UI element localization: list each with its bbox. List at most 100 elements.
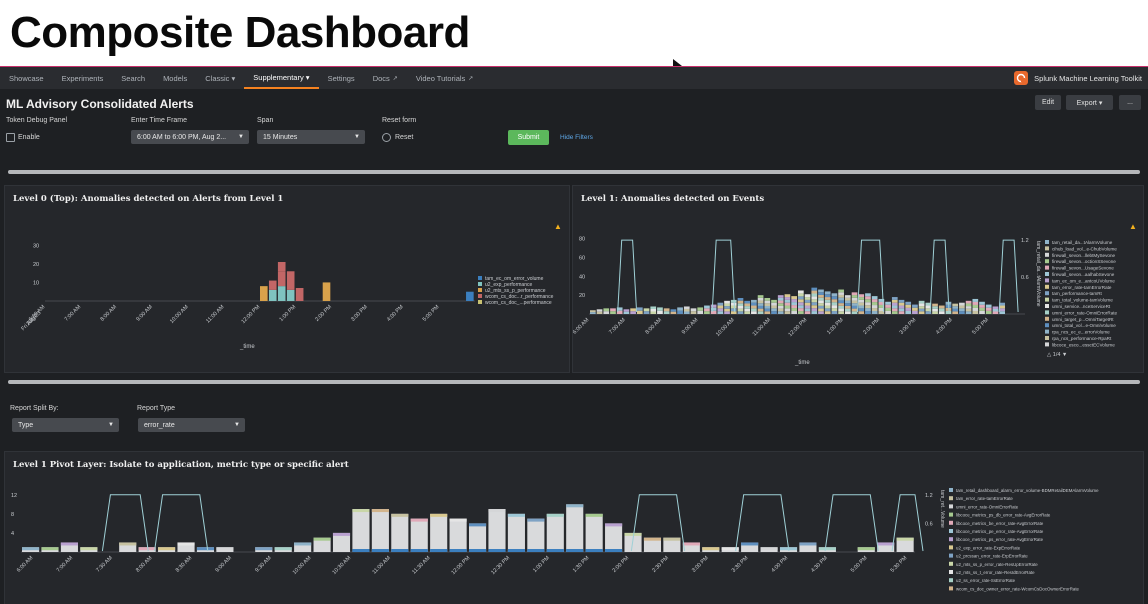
bar-segment — [818, 297, 824, 301]
legend-swatch — [1045, 329, 1049, 334]
bar-segment — [824, 291, 831, 295]
more-actions-button[interactable]: ... — [1119, 95, 1141, 110]
reset-radio[interactable] — [382, 133, 391, 142]
nav-docs[interactable]: Docs ↗ — [364, 67, 407, 89]
external-link-icon: ↗ — [468, 75, 474, 82]
bar-segment — [891, 302, 898, 306]
edit-button[interactable]: Edit — [1035, 95, 1061, 110]
bar-segment — [663, 308, 670, 312]
bar-segment — [717, 308, 724, 312]
report-split-dropdown[interactable]: Type ▼ — [12, 418, 119, 432]
bar-segment — [891, 305, 898, 309]
bar-segment — [286, 289, 295, 301]
bar-segment — [771, 302, 777, 306]
enable-checkbox[interactable] — [6, 133, 15, 142]
enable-checkbox-label: Enable — [18, 134, 40, 141]
nav-label: Video Tutorials — [415, 73, 466, 83]
bar-segment — [959, 311, 965, 314]
nav-supplementary[interactable]: Supplementary ▾ — [244, 67, 319, 89]
nav-video-tutorials[interactable]: Video Tutorials ↗ — [407, 67, 483, 89]
bar-segment — [603, 311, 610, 314]
x-tick-label: 2:00 PM — [314, 304, 333, 323]
bar-segment — [527, 518, 545, 552]
bar-segment — [22, 547, 40, 551]
nav-settings[interactable]: Settings — [319, 67, 364, 89]
bar-segment — [744, 308, 751, 312]
bar-segment — [751, 299, 757, 303]
x-tick-label: 11:30 AM — [411, 555, 432, 576]
legend-swatch — [1045, 304, 1049, 308]
bar-segment — [811, 293, 818, 297]
bar-segment — [871, 308, 878, 312]
legend-label: umni_error_rate-OmniErrorRate — [1052, 310, 1118, 315]
legend-swatch — [1045, 310, 1049, 315]
bar-segment — [488, 509, 506, 513]
bar-segment — [851, 308, 858, 312]
bar-segment — [771, 299, 777, 303]
time-frame-value: 6:00 AM to 6:00 PM, Aug 2... — [137, 133, 227, 141]
level1-chart: 20 40 60 80 0.6 1.2 6:00 AM 7:00 AM 8:00 AM 9:00 … — [573, 237, 1118, 366]
app-navbar: Showcase Experiments Search Models Class… — [0, 67, 1148, 89]
nav-models[interactable]: Models — [154, 67, 196, 89]
bar-segment — [630, 311, 636, 314]
legend-label: umni_target_p...OmniTargetRt — [1052, 317, 1114, 322]
bar-segment — [784, 294, 791, 298]
bar-segment — [636, 310, 643, 314]
bar-segment — [603, 308, 610, 312]
legend-swatch — [1045, 252, 1049, 257]
span-dropdown[interactable]: 15 Minutes ▼ — [257, 130, 365, 144]
bar-segment — [784, 308, 791, 312]
x-tick-label: 12:00 PM — [788, 317, 809, 338]
bar-segment — [704, 311, 710, 314]
bar-segment — [777, 311, 784, 314]
bar-segment — [979, 301, 985, 305]
anomaly-line — [929, 239, 950, 313]
anomaly-line — [824, 494, 879, 552]
bar-segment — [255, 547, 273, 551]
bar-segment — [838, 303, 844, 306]
x-tick-label: 5:00 PM — [971, 317, 990, 336]
bar-segment — [764, 306, 771, 309]
dashboard-title: ML Advisory Consolidated Alerts — [6, 97, 194, 111]
bar-segment — [932, 308, 938, 312]
bar-segment — [177, 542, 195, 546]
nav-experiments[interactable]: Experiments — [53, 67, 113, 89]
bar-segment — [295, 288, 304, 301]
bar-segment — [844, 308, 851, 312]
bar-segment — [896, 537, 914, 541]
bar-segment — [737, 303, 744, 306]
legend-swatch — [1045, 336, 1049, 340]
report-type-dropdown[interactable]: error_rate ▼ — [138, 418, 245, 432]
bar-segment — [831, 302, 838, 306]
x-tick-label: 1:00 PM — [826, 317, 845, 336]
time-frame-dropdown[interactable]: 6:00 AM to 6:00 PM, Aug 2... ▼ — [131, 130, 249, 144]
bar-segment — [623, 311, 630, 314]
bar-segment — [741, 542, 759, 546]
bar-segment — [838, 292, 844, 295]
bar-segment — [737, 298, 744, 301]
legend-label: u2_exp_error_rate-ExpErrorRate — [956, 545, 1021, 550]
bar-segment — [286, 271, 295, 290]
nav-search[interactable]: Search — [112, 67, 154, 89]
bar-segment — [469, 523, 487, 552]
legend-swatch — [478, 300, 482, 304]
app-brand[interactable]: Splunk Machine Learning Toolkit — [1014, 67, 1142, 89]
bar-segment — [945, 310, 952, 314]
hide-filters-link[interactable]: Hide Filters — [560, 134, 593, 141]
bar-segment — [488, 509, 506, 552]
bar-segment — [871, 305, 878, 309]
legend-swatch — [949, 504, 953, 509]
submit-button[interactable]: Submit — [508, 130, 549, 145]
nav-showcase[interactable]: Showcase — [0, 67, 53, 89]
bar-segment — [972, 310, 979, 314]
nav-classic[interactable]: Classic ▾ — [196, 67, 244, 89]
bar-segment — [697, 307, 704, 311]
bar-segment — [507, 513, 525, 517]
bar-segment — [791, 308, 797, 312]
bar-segment — [751, 308, 757, 312]
export-button[interactable]: Export ▾ — [1066, 95, 1113, 110]
bar-segment — [771, 311, 777, 314]
bar-segment — [643, 308, 650, 312]
bar-segment — [724, 300, 730, 304]
bar-segment — [818, 300, 824, 304]
